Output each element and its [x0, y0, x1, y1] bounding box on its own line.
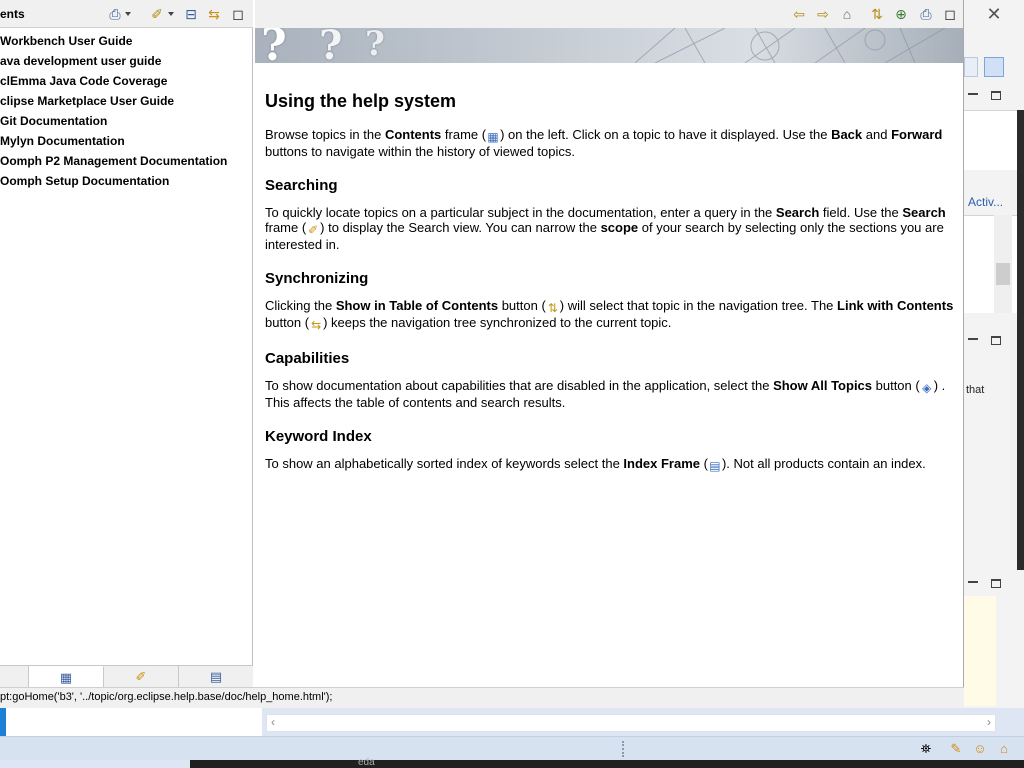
- status-smiley-icon[interactable]: ☺: [972, 741, 988, 757]
- toc-item[interactable]: Mylyn Documentation: [0, 132, 253, 152]
- ide-editor-strip: [1017, 110, 1024, 570]
- synchronizing-paragraph: Clicking the Show in Table of Contents b…: [265, 298, 954, 332]
- banner-decoration: [634, 28, 946, 63]
- status-hat-icon[interactable]: ⌂: [996, 741, 1012, 757]
- keyword-paragraph: To show an alphabetically sorted index o…: [265, 456, 926, 473]
- section-heading-keyword-index: Keyword Index: [265, 428, 372, 445]
- show-all-topics-icon: ◈: [922, 381, 932, 395]
- show-in-toc-icon: ⇅: [547, 301, 558, 315]
- link-with-contents-icon[interactable]: ⇆: [205, 5, 223, 23]
- page-title: Using the help system: [265, 91, 457, 111]
- capabilities-paragraph: To show documentation about capabilities…: [265, 378, 946, 410]
- ide-active-link[interactable]: Activ...: [968, 195, 1003, 209]
- content-pane: ⇦ ⇨ ⌂ ⇅ ⊕ ⎙ ◻ ? ? ? Using the help syste…: [255, 0, 963, 687]
- toc-item[interactable]: clipse Marketplace User Guide: [0, 92, 253, 112]
- help-banner: ? ? ?: [255, 28, 963, 63]
- ide-left-block: [0, 708, 262, 736]
- os-taskbar: eda: [190, 757, 1024, 768]
- question-mark-icon: ?: [365, 28, 385, 63]
- chevron-down-icon[interactable]: [168, 12, 174, 16]
- status-wand-icon[interactable]: ✎: [948, 741, 964, 757]
- ide-text-fragment: that: [966, 384, 985, 396]
- maximize-icon[interactable]: ◻: [941, 5, 959, 23]
- ide-status-bar: ⛯ ✎ ☺ ⌂: [0, 736, 1024, 760]
- ide-maximize-icon[interactable]: [991, 91, 1001, 100]
- ide-maximize-icon[interactable]: [991, 336, 1001, 345]
- status-bar-url: pt:goHome('b3', '../topic/org.eclipse.he…: [0, 687, 964, 708]
- home-icon[interactable]: ⌂: [838, 5, 856, 23]
- tab-bookmarks[interactable]: ▤: [179, 666, 253, 688]
- ide-minimize-icon[interactable]: [968, 338, 978, 340]
- contents-frame-icon: ▦: [487, 130, 499, 144]
- ide-minimize-icon[interactable]: [968, 93, 978, 95]
- question-mark-icon: ?: [261, 28, 287, 63]
- link-with-contents-icon: ⇆: [311, 318, 322, 332]
- help-article: Using the help system Browse topics in t…: [265, 63, 955, 473]
- bookmark-icon[interactable]: ⊕: [892, 5, 910, 23]
- bookmarks-tab-icon: ▤: [209, 669, 223, 684]
- scroll-left-icon[interactable]: ‹: [271, 715, 275, 729]
- toc-item[interactable]: Oomph P2 Management Documentation: [0, 152, 253, 172]
- chevron-down-icon[interactable]: [125, 12, 131, 16]
- show-in-toc-icon[interactable]: ⇅: [868, 5, 886, 23]
- section-heading-capabilities: Capabilities: [265, 350, 350, 367]
- printer-icon[interactable]: ⎙: [106, 5, 124, 23]
- scroll-right-icon[interactable]: ›: [987, 715, 991, 729]
- tab-contents[interactable]: ▦: [29, 666, 104, 688]
- searching-paragraph: To quickly locate topics on a particular…: [265, 205, 946, 252]
- ide-close-icon[interactable]: ✕: [984, 4, 1004, 24]
- ide-editor-area: [964, 596, 996, 706]
- collapse-all-icon[interactable]: ⊟: [182, 5, 200, 23]
- ide-bottom-area: ‹ › ⛯ ✎ ☺ ⌂ eda: [0, 708, 1024, 768]
- status-task-icon[interactable]: ⛯: [918, 741, 934, 757]
- index-frame-icon: ▤: [709, 459, 721, 473]
- section-heading-searching: Searching: [265, 177, 338, 194]
- contents-title: ents: [0, 7, 25, 21]
- section-heading-synchronizing: Synchronizing: [265, 270, 369, 287]
- status-grip: [622, 741, 626, 757]
- toc-item[interactable]: Oomph Setup Documentation: [0, 172, 253, 192]
- ide-horizontal-scrollbar[interactable]: ‹ ›: [266, 714, 996, 732]
- printer-icon[interactable]: ⎙: [917, 5, 935, 23]
- toc-item[interactable]: Git Documentation: [0, 112, 253, 132]
- ide-java-perspective-icon[interactable]: [984, 57, 1004, 77]
- ide-panel: [964, 110, 1017, 170]
- highlighter-icon[interactable]: ✐: [148, 5, 166, 23]
- taskbar-label[interactable]: eda: [358, 757, 375, 768]
- contents-tab-icon: ▦: [59, 670, 73, 685]
- contents-tree: Workbench User Guide ava development use…: [0, 32, 253, 192]
- toc-item[interactable]: Workbench User Guide: [0, 32, 253, 52]
- toc-item[interactable]: ava development user guide: [0, 52, 253, 72]
- back-arrow-icon[interactable]: ⇦: [790, 5, 808, 23]
- search-tab-icon: ✐: [135, 669, 147, 684]
- ide-maximize-icon[interactable]: [991, 579, 1001, 588]
- toc-item[interactable]: clEmma Java Code Coverage: [0, 72, 253, 92]
- search-frame-icon: ✐: [308, 223, 319, 237]
- maximize-icon[interactable]: ◻: [229, 5, 247, 23]
- contents-toolbar: ents ⎙ ✐ ⊟ ⇆ ◻: [0, 0, 253, 28]
- ide-scrollbar[interactable]: [994, 215, 1012, 313]
- ide-scrollbar-thumb[interactable]: [996, 263, 1010, 285]
- question-mark-icon: ?: [319, 28, 343, 63]
- ide-perspective-icon[interactable]: [964, 57, 978, 77]
- contents-pane: ents ⎙ ✐ ⊟ ⇆ ◻ Workbench User Guide ava …: [0, 0, 253, 688]
- ide-minimize-icon[interactable]: [968, 581, 978, 583]
- content-toolbar: ⇦ ⇨ ⌂ ⇅ ⊕ ⎙ ◻: [255, 0, 963, 28]
- view-tabs: ▦ ✐ ▤: [0, 665, 253, 688]
- forward-arrow-icon[interactable]: ⇨: [814, 5, 832, 23]
- tab-search[interactable]: ✐: [104, 666, 179, 688]
- help-window: ents ⎙ ✐ ⊟ ⇆ ◻ Workbench User Guide ava …: [0, 0, 964, 708]
- tab-spacer: [0, 666, 29, 688]
- intro-paragraph: Browse topics in the Contents frame (▦) …: [265, 127, 943, 159]
